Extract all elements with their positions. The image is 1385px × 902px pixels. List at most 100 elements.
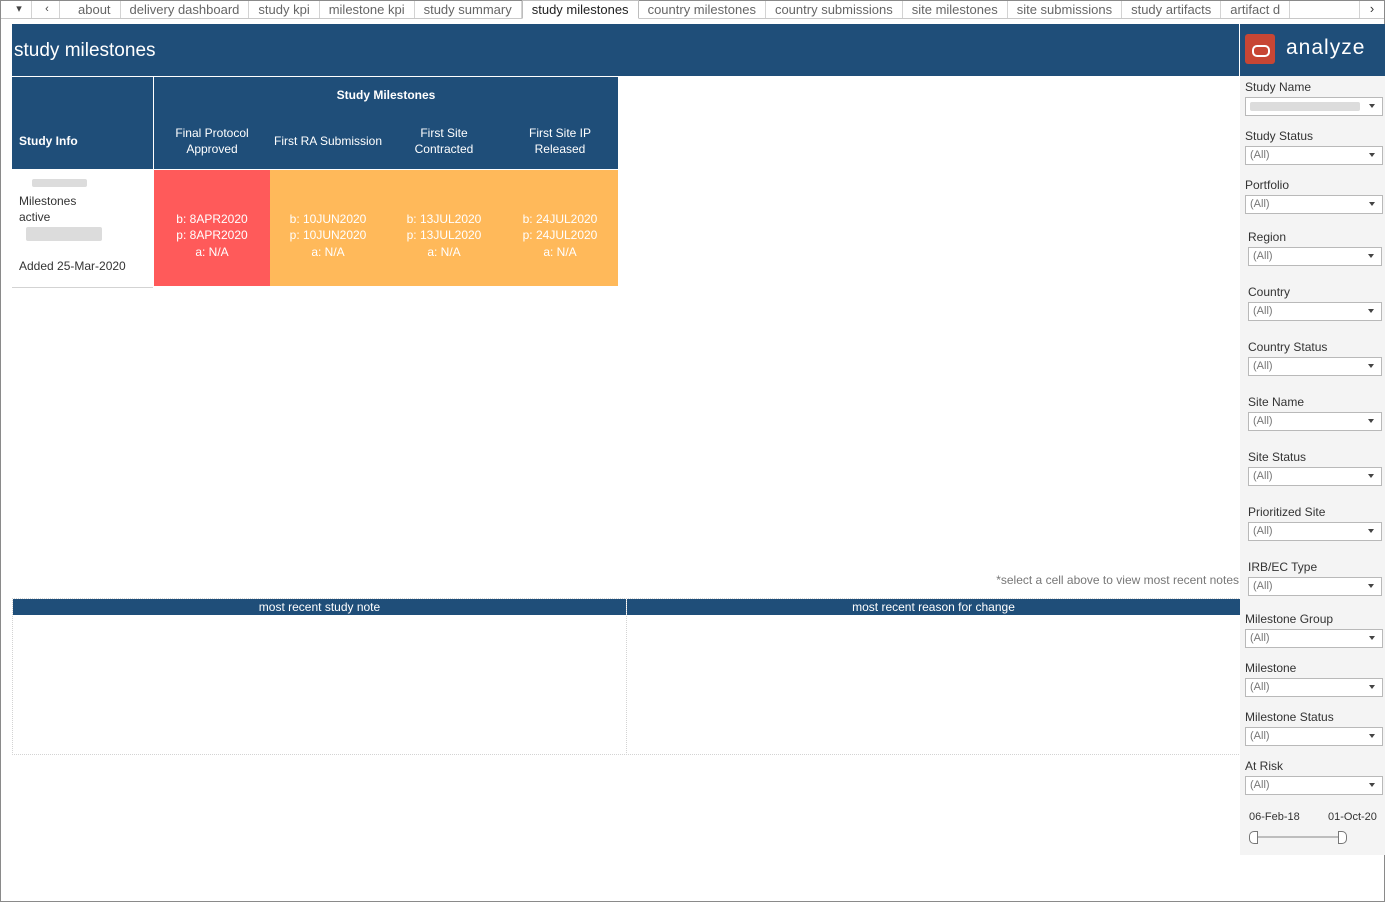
actual-date: a: N/A [427,245,461,259]
filter-label-country: Country [1248,285,1291,299]
filter-label-country-status: Country Status [1248,340,1328,354]
tab-study-summary[interactable]: study summary [415,1,522,18]
redacted-text [1250,102,1360,111]
study-info-header: Study Info [12,77,153,169]
baseline-date: b: 10JUN2020 [289,212,367,226]
planned-date: p: 13JUL2020 [406,228,482,242]
chevron-down-icon [1368,364,1374,368]
chevron-down-icon [1368,474,1374,478]
study-info-line: Milestones [19,194,77,208]
chevron-down-icon [1368,529,1374,533]
milestone-cell-final-protocol[interactable]: b: 8APR2020 p: 8APR2020 a: N/A [154,170,270,286]
filter-label-prioritized-site: Prioritized Site [1248,505,1326,519]
brand-panel: analyze [1240,24,1385,76]
filter-label-milestone-group: Milestone Group [1245,612,1334,626]
date-range-end-handle[interactable] [1338,831,1347,844]
filter-label-milestone-status: Milestone Status [1245,710,1334,724]
actual-date: a: N/A [311,245,345,259]
study-milestones-group-label: Study Milestones [336,88,436,102]
filter-label-at-risk: At Risk [1245,759,1284,773]
chevron-down-icon [1369,104,1375,108]
prioritized-site-select[interactable]: (All) [1248,522,1382,541]
tab-country-submissions[interactable]: country submissions [766,1,903,18]
irb-ec-type-select[interactable]: (All) [1248,577,1382,596]
milestone-select[interactable]: (All) [1245,678,1383,697]
tab-site-milestones[interactable]: site milestones [903,1,1008,18]
filter-label-irb-ec-type: IRB/EC Type [1248,560,1318,574]
tab-menu-icon[interactable]: ▾ [7,1,32,18]
chevron-down-icon [1368,584,1374,588]
milestone-status-select[interactable]: (All) [1245,727,1383,746]
column-header-final-protocol[interactable]: Final Protocol Approved [154,125,270,157]
redacted-text [32,179,87,187]
tab-strip: ▾ ‹ about delivery dashboard study kpi m… [1,0,1384,19]
study-status-select[interactable]: (All) [1245,146,1383,165]
date-range-end: 01-Oct-20 [1328,811,1377,823]
tab-study-kpi[interactable]: study kpi [249,1,320,18]
chevron-down-icon [1369,202,1375,206]
tab-list: about delivery dashboard study kpi miles… [69,0,1291,19]
study-note-panel: most recent study note [12,598,627,755]
baseline-date: b: 8APR2020 [176,212,248,226]
portfolio-select[interactable]: (All) [1245,195,1383,214]
column-header-first-site-contracted[interactable]: First Site Contracted [386,125,502,157]
chevron-down-icon [1369,636,1375,640]
planned-date: p: 10JUN2020 [289,228,367,242]
filter-label-site-status: Site Status [1248,450,1307,464]
site-name-select[interactable]: (All) [1248,412,1382,431]
study-milestones-header: Study Milestones Final Protocol Approved… [154,77,618,169]
at-risk-select[interactable]: (All) [1245,776,1383,795]
redacted-text [26,227,102,241]
tab-prev-icon[interactable]: ‹ [35,1,60,18]
planned-date: p: 8APR2020 [176,228,248,242]
chevron-down-icon [1368,309,1374,313]
column-header-first-ra-submission[interactable]: First RA Submission [270,133,386,149]
filter-label-region: Region [1248,230,1287,244]
milestone-group-select[interactable]: (All) [1245,629,1383,648]
date-range-start-handle[interactable] [1249,831,1258,844]
region-select[interactable]: (All) [1248,247,1382,266]
reason-for-change-panel: most recent reason for change [626,598,1241,755]
chevron-down-icon [1368,419,1374,423]
study-info-cell[interactable]: Milestones active Added 25-Mar-2020 [12,169,153,288]
filter-label-site-name: Site Name [1248,395,1305,409]
chevron-down-icon [1369,734,1375,738]
page-title: study milestones [14,40,156,61]
baseline-date: b: 24JUL2020 [522,212,598,226]
tab-delivery-dashboard[interactable]: delivery dashboard [121,1,250,18]
tab-next-icon[interactable]: › [1359,1,1384,18]
date-range-start: 06-Feb-18 [1249,811,1300,823]
brand-name: analyze [1286,36,1366,59]
filter-label-study-status: Study Status [1245,129,1314,143]
milestone-cell-first-site-contracted[interactable]: b: 13JUL2020 p: 13JUL2020 a: N/A [386,170,502,286]
tab-study-milestones[interactable]: study milestones [521,0,639,19]
oracle-logo-icon [1245,34,1275,64]
chevron-down-icon [1368,254,1374,258]
chevron-down-icon [1369,153,1375,157]
filter-label-study-name: Study Name [1245,80,1312,94]
tab-site-submissions[interactable]: site submissions [1008,1,1123,18]
tab-about[interactable]: about [69,1,121,18]
actual-date: a: N/A [543,245,577,259]
milestone-cell-first-site-ip-released[interactable]: b: 24JUL2020 p: 24JUL2020 a: N/A [502,170,618,286]
actual-date: a: N/A [195,245,229,259]
study-info-header-label: Study Info [19,134,78,148]
filter-label-portfolio: Portfolio [1245,178,1290,192]
chevron-down-icon [1369,685,1375,689]
tab-artifact-d[interactable]: artifact d [1221,1,1291,18]
reason-for-change-title: most recent reason for change [627,599,1240,615]
date-range-slider[interactable] [1253,836,1345,838]
site-status-select[interactable]: (All) [1248,467,1382,486]
column-header-first-site-ip-released[interactable]: First Site IP Released [502,125,618,157]
tab-country-milestones[interactable]: country milestones [639,1,766,18]
filter-label-milestone: Milestone [1245,661,1297,675]
baseline-date: b: 13JUL2020 [406,212,482,226]
study-info-added: Added 25-Mar-2020 [19,259,126,273]
milestones-table: Study Info Study Milestones Final Protoc… [12,77,618,288]
country-select[interactable]: (All) [1248,302,1382,321]
study-name-select[interactable] [1245,97,1383,116]
country-status-select[interactable]: (All) [1248,357,1382,376]
milestone-cell-first-ra-submission[interactable]: b: 10JUN2020 p: 10JUN2020 a: N/A [270,170,386,286]
tab-study-artifacts[interactable]: study artifacts [1122,1,1222,18]
tab-milestone-kpi[interactable]: milestone kpi [320,1,415,18]
